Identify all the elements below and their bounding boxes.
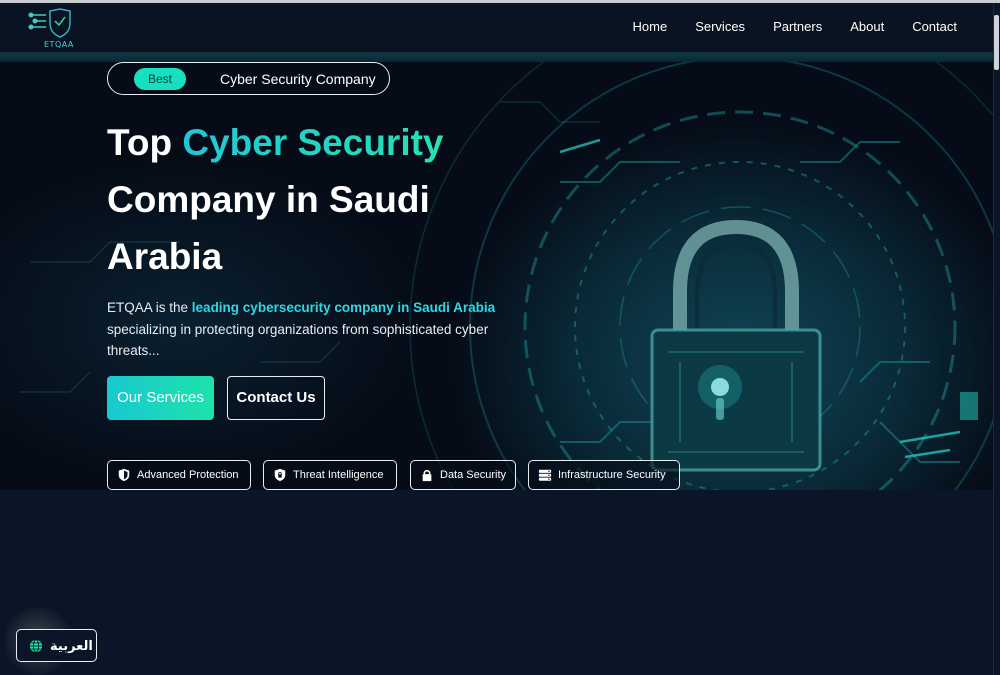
badge-pill: Best: [134, 68, 186, 90]
feature-advanced-protection[interactable]: Advanced Protection: [107, 460, 251, 490]
feature-label: Infrastructure Security: [558, 469, 666, 481]
feature-label: Advanced Protection: [137, 469, 239, 481]
feature-label: Threat Intelligence: [293, 469, 384, 481]
language-label: العربية: [50, 637, 93, 653]
shield-lock-icon: [274, 468, 286, 482]
our-services-button[interactable]: Our Services: [107, 376, 214, 420]
globe-icon: [29, 638, 43, 653]
hero-badge: Best Cyber Security Company: [107, 62, 390, 95]
logo-text: ETQAA: [44, 40, 74, 49]
shield-icon: [118, 468, 130, 482]
nav-contact[interactable]: Contact: [912, 19, 957, 34]
title-accent: Cyber Security: [182, 122, 444, 163]
hero-title: Top Cyber Security Company in Saudi Arab…: [107, 114, 527, 285]
title-prefix: Top: [107, 122, 183, 163]
server-icon: [538, 469, 552, 481]
badge-text: Cyber Security Company: [220, 71, 376, 87]
desc-prefix: ETQAA is the: [107, 300, 192, 315]
main-nav: Home Services Partners About Contact: [633, 19, 957, 34]
nav-home[interactable]: Home: [633, 19, 668, 34]
language-switch[interactable]: العربية: [16, 629, 97, 662]
lock-icon: [422, 469, 432, 482]
nav-services[interactable]: Services: [695, 19, 745, 34]
nav-about[interactable]: About: [850, 19, 884, 34]
nav-partners[interactable]: Partners: [773, 19, 822, 34]
feature-infrastructure-security[interactable]: Infrastructure Security: [528, 460, 680, 490]
scrollbar-thumb[interactable]: [994, 15, 999, 70]
hero-description: ETQAA is the leading cybersecurity compa…: [107, 297, 507, 362]
site-header: ETQAA Home Services Partners About Conta…: [0, 3, 993, 53]
feature-data-security[interactable]: Data Security: [410, 460, 516, 490]
desc-highlight: leading cybersecurity company in Saudi A…: [191, 300, 496, 315]
feature-label: Data Security: [440, 469, 507, 481]
contact-us-button[interactable]: Contact Us: [227, 376, 325, 420]
feature-threat-intelligence[interactable]: Threat Intelligence: [263, 460, 397, 490]
title-suffix: Company in Saudi Arabia: [107, 179, 430, 277]
page-scrollbar[interactable]: [993, 3, 1000, 675]
hero-section: Best Cyber Security Company Top Cyber Se…: [0, 62, 993, 490]
desc-suffix: specializing in protecting organizations…: [107, 321, 489, 359]
